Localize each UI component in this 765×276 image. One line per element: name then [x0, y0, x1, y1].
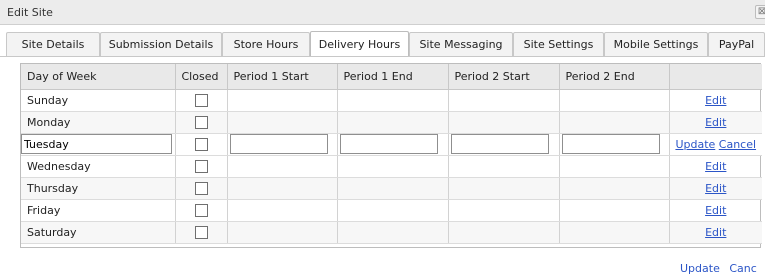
edit-link[interactable]: Edit [705, 116, 726, 129]
edit-link[interactable]: Edit [705, 204, 726, 217]
column-header-period1-end: Period 1 End [337, 64, 449, 90]
day-cell: Thursday [21, 177, 176, 200]
update-link[interactable]: Update [675, 138, 715, 151]
period1-start-cell [227, 177, 338, 200]
period1-start-cell [227, 199, 338, 222]
period1-start-cell [227, 221, 338, 244]
closed-checkbox[interactable] [194, 115, 208, 129]
edit-link[interactable]: Edit [705, 182, 726, 195]
edit-link[interactable]: Edit [705, 160, 726, 173]
column-header-closed: Closed [175, 64, 228, 90]
day-input[interactable] [21, 134, 172, 154]
close-icon[interactable]: ⊠ [755, 5, 765, 19]
tab-site-messaging[interactable]: Site Messaging [409, 32, 513, 56]
period2-start-cell [448, 89, 560, 112]
table-row: Monday Edit [21, 111, 762, 134]
tab-paypal[interactable]: PayPal [708, 32, 765, 56]
period2-start-cell [448, 111, 560, 134]
cancel-link[interactable]: Cancel [719, 138, 756, 151]
column-header-actions [669, 64, 762, 90]
period1-start-cell [227, 89, 338, 112]
period2-start-cell [448, 177, 560, 200]
tab-store-hours[interactable]: Store Hours [222, 32, 310, 56]
column-header-period2-start: Period 2 Start [448, 64, 560, 90]
tab-divider [0, 56, 765, 57]
period2-end-cell [559, 111, 670, 134]
period1-end-cell [337, 177, 449, 200]
period2-start-cell [448, 199, 560, 222]
day-cell: Friday [21, 199, 176, 222]
dialog-footer-actions: Update Canc [680, 262, 763, 275]
period2-start-cell [448, 155, 560, 178]
table-row-editing: Update Cancel [21, 133, 762, 156]
day-cell: Saturday [21, 221, 176, 244]
closed-checkbox[interactable] [194, 93, 208, 107]
tab-site-settings[interactable]: Site Settings [513, 32, 604, 56]
period1-end-cell [337, 199, 449, 222]
column-header-period1-start: Period 1 Start [227, 64, 338, 90]
period2-end-cell [559, 177, 670, 200]
tab-site-details[interactable]: Site Details [6, 32, 100, 56]
period2-start-cell [448, 221, 560, 244]
closed-checkbox[interactable] [194, 137, 208, 151]
day-cell: Monday [21, 111, 176, 134]
period1-end-cell [337, 111, 449, 134]
tab-submission-details[interactable]: Submission Details [100, 32, 222, 56]
tab-delivery-hours[interactable]: Delivery Hours [310, 31, 409, 57]
period1-end-input[interactable] [339, 134, 438, 154]
day-cell: Sunday [21, 89, 176, 112]
table-row: Saturday Edit [21, 221, 762, 244]
tab-mobile-settings[interactable]: Mobile Settings [604, 32, 708, 56]
closed-checkbox[interactable] [194, 159, 208, 173]
column-header-day: Day of Week [21, 64, 176, 90]
column-header-period2-end: Period 2 End [559, 64, 670, 90]
tab-bar: Site Details Submission Details Store Ho… [0, 26, 765, 57]
period2-end-cell [559, 155, 670, 178]
period2-end-cell [559, 89, 670, 112]
closed-checkbox[interactable] [194, 181, 208, 195]
day-cell: Wednesday [21, 155, 176, 178]
period1-end-cell [337, 155, 449, 178]
table-row: Wednesday Edit [21, 155, 762, 178]
edit-site-dialog: Edit Site ⊠ Site Details Submission Deta… [0, 0, 765, 276]
period2-end-input[interactable] [561, 134, 660, 154]
period2-start-input[interactable] [450, 134, 549, 154]
period1-start-cell [227, 111, 338, 134]
dialog-title: Edit Site [7, 6, 53, 19]
period2-end-cell [559, 221, 670, 244]
period1-end-cell [337, 89, 449, 112]
table-row: Sunday Edit [21, 89, 762, 112]
dialog-titlebar: Edit Site ⊠ [0, 0, 765, 25]
period1-start-input[interactable] [229, 134, 328, 154]
period1-end-cell [337, 221, 449, 244]
edit-link[interactable]: Edit [705, 226, 726, 239]
footer-update-link[interactable]: Update [680, 262, 720, 275]
table-row: Thursday Edit [21, 177, 762, 200]
period2-end-cell [559, 199, 670, 222]
closed-checkbox[interactable] [194, 225, 208, 239]
footer-cancel-link[interactable]: Canc [729, 262, 756, 275]
delivery-hours-grid: Day of Week Closed Period 1 Start Period… [20, 63, 762, 248]
grid-header-row: Day of Week Closed Period 1 Start Period… [21, 64, 762, 90]
table-row: Friday Edit [21, 199, 762, 222]
edit-link[interactable]: Edit [705, 94, 726, 107]
period1-start-cell [227, 155, 338, 178]
closed-checkbox[interactable] [194, 203, 208, 217]
